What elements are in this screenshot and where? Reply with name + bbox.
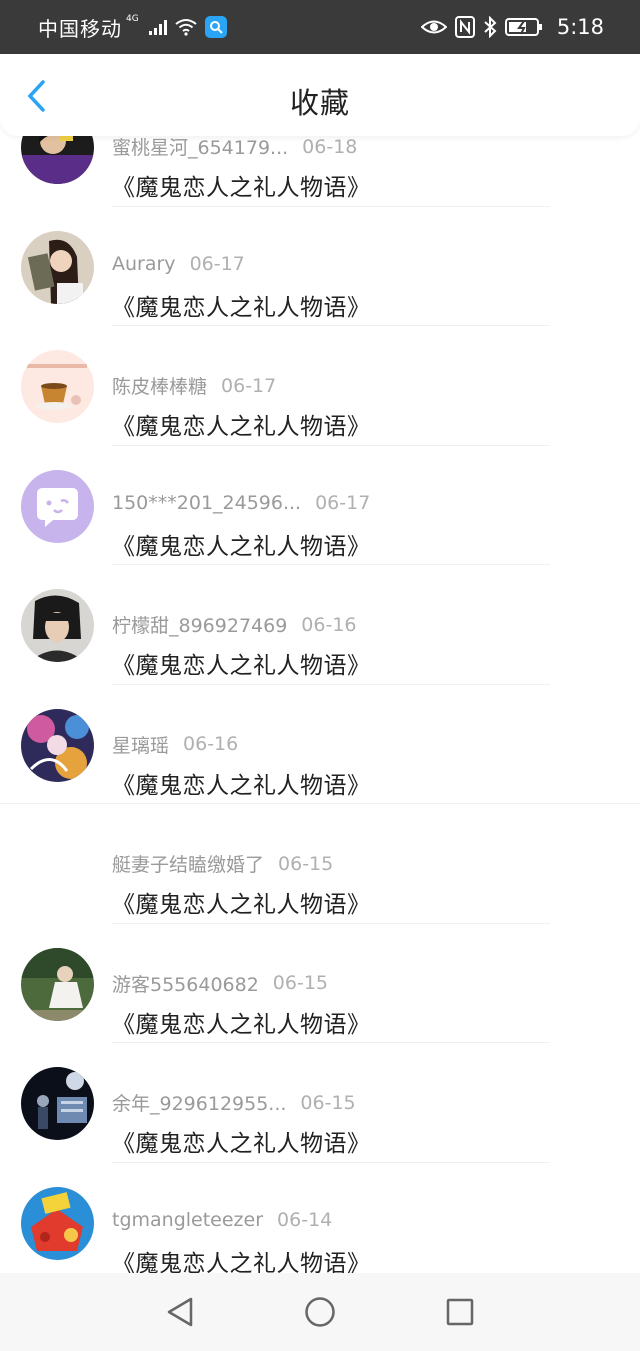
- chat-bubble-icon: [21, 469, 94, 543]
- status-bar: 中国移动 4G 5:18: [0, 0, 640, 54]
- book-title[interactable]: 《魔鬼恋人之礼人物语》: [112, 288, 371, 322]
- eye-icon: [420, 20, 447, 34]
- avatar[interactable]: [21, 1067, 94, 1140]
- user-name[interactable]: tgmangleteezer: [112, 1209, 263, 1231]
- list-item[interactable]: 游客555640682 06-15 《魔鬼恋人之礼人物语》: [0, 924, 640, 1043]
- avatar[interactable]: [21, 230, 94, 304]
- wifi-icon: [175, 19, 197, 36]
- avatar[interactable]: [21, 350, 94, 423]
- item-meta: 150***201_24596... 06-17: [112, 492, 370, 514]
- circle-home-icon: [305, 1297, 335, 1327]
- item-date: 06-14: [277, 1208, 333, 1231]
- item-date: 06-17: [189, 252, 245, 275]
- book-title[interactable]: 《魔鬼恋人之礼人物语》: [112, 1244, 371, 1274]
- book-title[interactable]: 《魔鬼恋人之礼人物语》: [112, 1005, 371, 1039]
- list-item[interactable]: 150***201_24596... 06-17 《魔鬼恋人之礼人物语》: [0, 446, 640, 565]
- item-meta: tgmangleteezer 06-14: [112, 1209, 332, 1231]
- carrier-label: 中国移动: [38, 16, 122, 41]
- square-recents-icon: [446, 1298, 474, 1326]
- avatar[interactable]: [21, 469, 94, 543]
- item-meta: 蜜桃星河_654179... 06-18: [112, 133, 357, 160]
- item-date: 06-16: [183, 733, 239, 755]
- book-title[interactable]: 《魔鬼恋人之礼人物语》: [112, 766, 371, 800]
- system-nav-bar: [0, 1273, 640, 1351]
- triangle-back-icon: [167, 1297, 193, 1327]
- user-name[interactable]: 柠檬甜_896927469: [112, 611, 287, 638]
- user-name[interactable]: Aurary: [112, 253, 176, 275]
- item-date: 06-15: [300, 1091, 356, 1114]
- status-left: 中国移动 4G: [38, 13, 227, 42]
- signal-icon: [148, 19, 167, 35]
- list-item[interactable]: Aurary 06-17 《魔鬼恋人之礼人物语》: [0, 207, 640, 326]
- nav-back-button[interactable]: [158, 1290, 202, 1334]
- battery-charging-icon: [504, 18, 542, 36]
- item-meta: 游客555640682 06-15: [112, 970, 328, 997]
- item-meta: 陈皮棒棒糖 06-17: [112, 372, 276, 399]
- nav-recents-button[interactable]: [438, 1290, 482, 1334]
- book-title[interactable]: 《魔鬼恋人之礼人物语》: [112, 646, 371, 680]
- list-item[interactable]: 陈皮棒棒糖 06-17 《魔鬼恋人之礼人物语》: [0, 326, 640, 446]
- user-name[interactable]: 艇妻子结瞌缴婚了: [112, 850, 264, 877]
- search-app-icon: [204, 16, 227, 38]
- book-title[interactable]: 《魔鬼恋人之礼人物语》: [112, 1124, 371, 1158]
- item-meta: 柠檬甜_896927469 06-16: [112, 611, 357, 638]
- clock: 5:18: [556, 15, 604, 39]
- item-meta: 艇妻子结瞌缴婚了 06-15: [112, 850, 333, 877]
- network-type-label: 4G: [126, 14, 139, 24]
- nav-home-button[interactable]: [298, 1290, 342, 1334]
- avatar[interactable]: [21, 947, 94, 1021]
- user-name[interactable]: 余年_929612955...: [112, 1089, 286, 1116]
- item-meta: 余年_929612955... 06-15: [112, 1089, 356, 1116]
- status-right: 5:18: [420, 15, 604, 39]
- list-item[interactable]: 艇妻子结瞌缴婚了 06-15 《魔鬼恋人之礼人物语》: [0, 804, 640, 924]
- book-title[interactable]: 《魔鬼恋人之礼人物语》: [112, 527, 371, 561]
- book-title[interactable]: 《魔鬼恋人之礼人物语》: [112, 407, 371, 441]
- list-item[interactable]: 柠檬甜_896927469 06-16 《魔鬼恋人之礼人物语》: [0, 565, 640, 685]
- user-name[interactable]: 蜜桃星河_654179...: [112, 133, 288, 160]
- item-date: 06-18: [302, 135, 358, 158]
- item-meta: Aurary 06-17: [112, 253, 245, 275]
- book-title[interactable]: 《魔鬼恋人之礼人物语》: [112, 168, 371, 202]
- avatar[interactable]: [21, 589, 94, 662]
- list-item[interactable]: tgmangleteezer 06-14 《魔鬼恋人之礼人物语》: [0, 1163, 640, 1274]
- user-name[interactable]: 星璃瑶: [112, 731, 169, 758]
- item-date: 06-17: [221, 374, 277, 397]
- bluetooth-icon: [484, 16, 497, 38]
- item-date: 06-16: [301, 613, 357, 636]
- app-header: 收藏: [0, 54, 640, 136]
- page-title: 收藏: [289, 86, 350, 120]
- item-date: 06-15: [272, 972, 329, 994]
- item-date: 06-15: [278, 852, 334, 875]
- favorites-list: 蜜桃星河_654179... 06-18 《魔鬼恋人之礼人物语》 Aurary …: [0, 87, 640, 1273]
- user-name[interactable]: 陈皮棒棒糖: [112, 372, 207, 399]
- user-name[interactable]: 游客555640682: [112, 970, 259, 997]
- avatar[interactable]: [21, 708, 94, 782]
- list-item[interactable]: 星璃瑶 06-16 《魔鬼恋人之礼人物语》: [0, 685, 640, 804]
- avatar[interactable]: [21, 1186, 94, 1260]
- user-name[interactable]: 150***201_24596...: [112, 492, 301, 514]
- book-title[interactable]: 《魔鬼恋人之礼人物语》: [112, 885, 371, 919]
- list-item[interactable]: 余年_929612955... 06-15 《魔鬼恋人之礼人物语》: [0, 1043, 640, 1163]
- item-meta: 星璃瑶 06-16: [112, 731, 238, 758]
- nfc-icon: [454, 16, 475, 38]
- item-date: 06-17: [315, 491, 371, 514]
